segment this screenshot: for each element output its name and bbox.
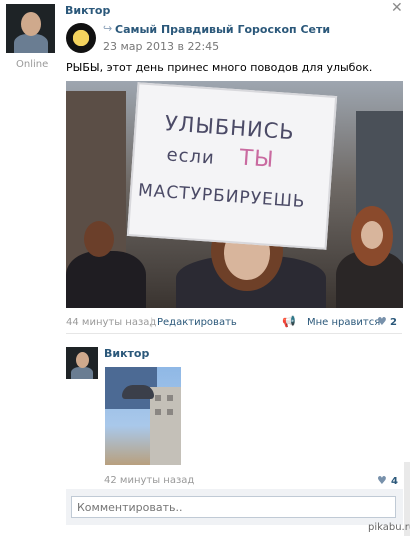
sign-line2b: ТЫ (238, 145, 276, 173)
megaphone-icon[interactable]: 📢 (282, 315, 296, 328)
group-logo[interactable] (66, 23, 96, 53)
comment-photo[interactable] (105, 367, 181, 465)
comment-heart-icon[interactable]: ♥ (377, 474, 387, 487)
like-label[interactable]: Мне нравится (307, 317, 380, 328)
heart-icon[interactable]: ♥ (377, 315, 387, 328)
online-status: Online (16, 59, 49, 70)
comment-like-count: 4 (391, 476, 398, 487)
like-count: 2 (390, 317, 397, 328)
close-icon[interactable]: ✕ (391, 0, 403, 16)
watermark: pikabu.ru (368, 522, 410, 533)
edit-link[interactable]: Редактировать (157, 317, 237, 328)
comment-author-link[interactable]: Виктор (104, 347, 149, 360)
comment-form-area (66, 489, 403, 525)
divider (66, 333, 402, 334)
comment-time: 42 минуты назад (104, 475, 195, 486)
meta-separator: | (150, 317, 154, 328)
comment-input[interactable] (71, 496, 396, 518)
repost-icon: ↪ (103, 22, 113, 35)
author-name-link[interactable]: Виктор (65, 4, 110, 17)
post-text: РЫБЫ, этот день принес много поводов для… (66, 61, 373, 74)
author-avatar[interactable] (6, 4, 55, 53)
comment-avatar[interactable] (66, 347, 98, 379)
sign-line3: МАСТУРБИРУЕШЬ (137, 180, 307, 213)
sign-line2a: если (165, 144, 216, 169)
sign-line1: УЛЫБНИСЬ (163, 111, 296, 145)
post-time: 44 минуты назад (66, 317, 157, 328)
protest-sign: УЛЫБНИСЬ если ТЫ МАСТУРБИРУЕШЬ (126, 82, 338, 250)
post-date-link[interactable]: 23 мар 2013 в 22:45 (103, 40, 219, 53)
post-photo[interactable]: УЛЫБНИСЬ если ТЫ МАСТУРБИРУЕШЬ (66, 81, 403, 308)
group-name-link[interactable]: Самый Правдивый Гороскоп Сети (115, 23, 330, 36)
